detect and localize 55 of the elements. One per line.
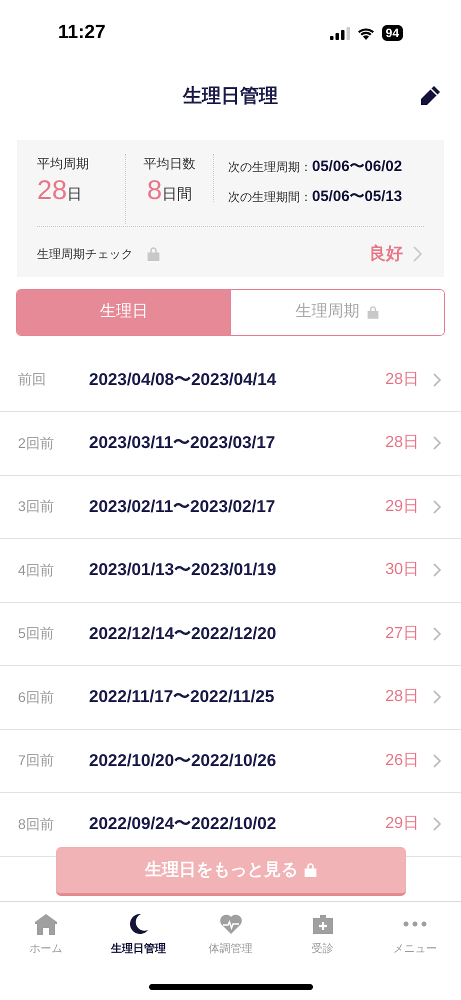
edit-icon[interactable] <box>419 85 441 107</box>
forecast-value: 05/06〜05/13 <box>312 186 402 206</box>
chevron-icon <box>433 436 441 450</box>
chevron-icon <box>433 817 441 832</box>
status-time: 11:27 <box>58 20 106 45</box>
forecast-label: 次の生理期間： <box>228 188 312 206</box>
chevron-icon <box>433 563 441 578</box>
stat-label: 平均周期 <box>37 155 89 173</box>
chevron-icon <box>433 372 441 387</box>
period-length: 30日 <box>385 560 419 580</box>
stat-unit: 日間 <box>162 184 192 204</box>
period-length: 26日 <box>385 750 419 771</box>
period-ago-label: 6回前 <box>18 688 55 707</box>
check-label: 生理周期チェック <box>37 246 133 263</box>
period-range-link[interactable]: 2023/04/08〜2023/04/14 <box>89 370 276 389</box>
medical-cross-icon <box>310 912 335 936</box>
period-length: 28日 <box>385 370 419 390</box>
more-icon <box>402 921 427 927</box>
nav-tab[interactable]: 生理日管理 <box>92 902 184 971</box>
page-title: 生理日管理 <box>183 84 278 109</box>
stat-unit: 日 <box>67 184 82 204</box>
period-range-link[interactable]: 2023/02/11〜2023/02/17 <box>89 496 276 516</box>
house-icon <box>34 912 58 936</box>
period-ago-label: 7回前 <box>18 751 55 770</box>
period-range-link[interactable]: 2023/01/13〜2023/01/19 <box>89 560 276 580</box>
period-ago-label: 3回前 <box>18 497 55 516</box>
period-length: 29日 <box>385 496 419 517</box>
battery-level: 94 <box>382 25 403 41</box>
heartbeat-icon <box>218 912 242 936</box>
period-ago-label: 2回前 <box>18 434 55 453</box>
stat-label: 平均日数 <box>144 155 196 173</box>
chevron-icon <box>433 500 441 514</box>
period-range-link[interactable]: 2022/10/20〜2022/10/26 <box>89 750 276 770</box>
chevron-icon <box>413 246 422 262</box>
period-ago-label: 4回前 <box>18 560 55 580</box>
chevron-icon <box>433 690 441 704</box>
period-length: 29日 <box>385 814 419 834</box>
period-range-link[interactable]: 2023/03/11〜2023/03/17 <box>89 433 276 452</box>
chevron-icon <box>433 626 441 641</box>
period-length: 28日 <box>385 687 419 708</box>
period-length: 27日 <box>385 624 419 644</box>
period-ago-label: 8回前 <box>18 814 55 834</box>
forecast-label: 次の生理周期： <box>228 159 312 176</box>
period-length: 28日 <box>385 433 419 454</box>
period-range-link[interactable]: 2022/11/17〜2022/11/25 <box>89 687 274 706</box>
signal-icon <box>330 26 350 40</box>
period-ago-label: 5回前 <box>18 624 55 644</box>
period-range-link[interactable]: 2022/12/14〜2022/12/20 <box>89 624 276 643</box>
stat-value: 8 <box>146 174 162 206</box>
forecast-value: 05/06〜06/02 <box>312 157 402 177</box>
stat-value: 28 <box>37 174 68 206</box>
period-range-link[interactable]: 2022/09/24〜2022/10/02 <box>89 814 276 834</box>
wifi-icon <box>356 26 375 40</box>
period-ago-label: 前回 <box>18 370 47 390</box>
chevron-icon <box>433 754 441 768</box>
